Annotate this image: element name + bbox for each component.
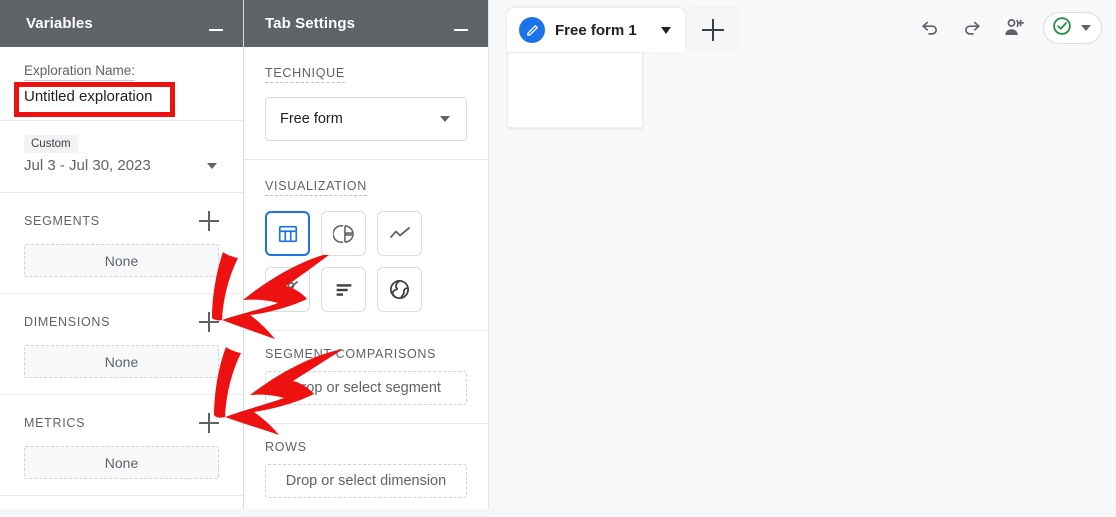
- chevron-down-icon[interactable]: [207, 162, 217, 169]
- minimize-icon[interactable]: [205, 13, 227, 35]
- add-dimension-plus-icon[interactable]: [199, 312, 219, 332]
- rows-section: ROWS Drop or select dimension: [244, 424, 488, 517]
- share-add-person-icon[interactable]: [1001, 15, 1027, 41]
- metrics-dropzone[interactable]: None: [24, 446, 219, 479]
- segments-section: SEGMENTS None: [0, 193, 243, 294]
- dimensions-dropzone[interactable]: None: [24, 345, 219, 378]
- scatter-plot-icon[interactable]: [265, 267, 310, 312]
- technique-label: TECHNIQUE: [265, 66, 345, 83]
- chevron-down-icon: [440, 116, 450, 122]
- tab-settings-panel: Tab Settings TECHNIQUE Free form VISUALI…: [244, 0, 489, 517]
- add-metric-plus-icon[interactable]: [199, 413, 219, 433]
- dimensions-section: DIMENSIONS None: [0, 294, 243, 395]
- exploration-builder: Variables Exploration Name: Untitled exp…: [0, 0, 1116, 517]
- exploration-name-label: Exploration Name:: [24, 61, 136, 81]
- technique-select-value: Free form: [280, 111, 343, 127]
- main-canvas-panel: Free form 1: [489, 0, 1116, 509]
- rows-dropzone[interactable]: Drop or select dimension: [265, 464, 467, 498]
- segment-comparisons-section: SEGMENT COMPARISONS Drop or select segme…: [244, 331, 488, 424]
- tab-settings-panel-title: Tab Settings: [265, 15, 356, 32]
- chevron-down-icon: [1081, 25, 1091, 31]
- donut-chart-icon[interactable]: [321, 211, 366, 256]
- segment-comparisons-label: SEGMENT COMPARISONS: [265, 347, 437, 361]
- tab-bar: Free form 1: [489, 0, 1116, 52]
- date-range-selector[interactable]: Custom Jul 3 - Jul 30, 2023: [0, 121, 243, 193]
- geo-map-icon[interactable]: [377, 267, 422, 312]
- variables-panel: Variables Exploration Name: Untitled exp…: [0, 0, 244, 509]
- dimensions-label: DIMENSIONS: [24, 315, 111, 329]
- metrics-label: METRICS: [24, 416, 86, 430]
- plus-icon: [702, 19, 724, 41]
- variables-panel-header: Variables: [0, 0, 243, 47]
- technique-select[interactable]: Free form: [265, 97, 467, 141]
- add-segment-plus-icon[interactable]: [199, 211, 219, 231]
- visualization-label: VISUALIZATION: [265, 179, 367, 196]
- green-check-circle-icon: [1051, 15, 1073, 42]
- visualization-grid: [265, 211, 467, 312]
- tab-settings-panel-header: Tab Settings: [244, 0, 488, 47]
- segment-comparisons-dropzone[interactable]: Drop or select segment: [265, 371, 467, 405]
- segments-dropzone[interactable]: None: [24, 244, 219, 277]
- bar-chart-icon[interactable]: [321, 267, 366, 312]
- exploration-name-section: Exploration Name: Untitled exploration: [0, 47, 243, 121]
- date-range-chip: Custom: [24, 135, 78, 153]
- visualization-section: VISUALIZATION: [244, 160, 488, 331]
- tab-label: Free form 1: [555, 21, 637, 39]
- minimize-icon[interactable]: [450, 13, 472, 35]
- exploration-name-input[interactable]: Untitled exploration: [24, 86, 219, 108]
- report-canvas-card: [507, 52, 643, 128]
- undo-icon[interactable]: [917, 15, 943, 41]
- metrics-section: METRICS None: [0, 395, 243, 496]
- segments-label: SEGMENTS: [24, 214, 100, 228]
- free-form-table-icon[interactable]: [265, 211, 310, 256]
- redo-icon[interactable]: [959, 15, 985, 41]
- rows-label: ROWS: [265, 440, 307, 454]
- add-tab-button[interactable]: [687, 8, 739, 52]
- top-actions: [917, 12, 1102, 44]
- technique-section: TECHNIQUE Free form: [244, 47, 488, 160]
- variables-panel-title: Variables: [26, 15, 93, 32]
- chevron-down-icon[interactable]: [661, 26, 671, 34]
- status-badge[interactable]: [1043, 12, 1102, 44]
- date-range-value: Jul 3 - Jul 30, 2023: [24, 157, 151, 174]
- pencil-icon: [519, 17, 545, 43]
- line-chart-icon[interactable]: [377, 211, 422, 256]
- tab-free-form-1[interactable]: Free form 1: [507, 8, 685, 52]
